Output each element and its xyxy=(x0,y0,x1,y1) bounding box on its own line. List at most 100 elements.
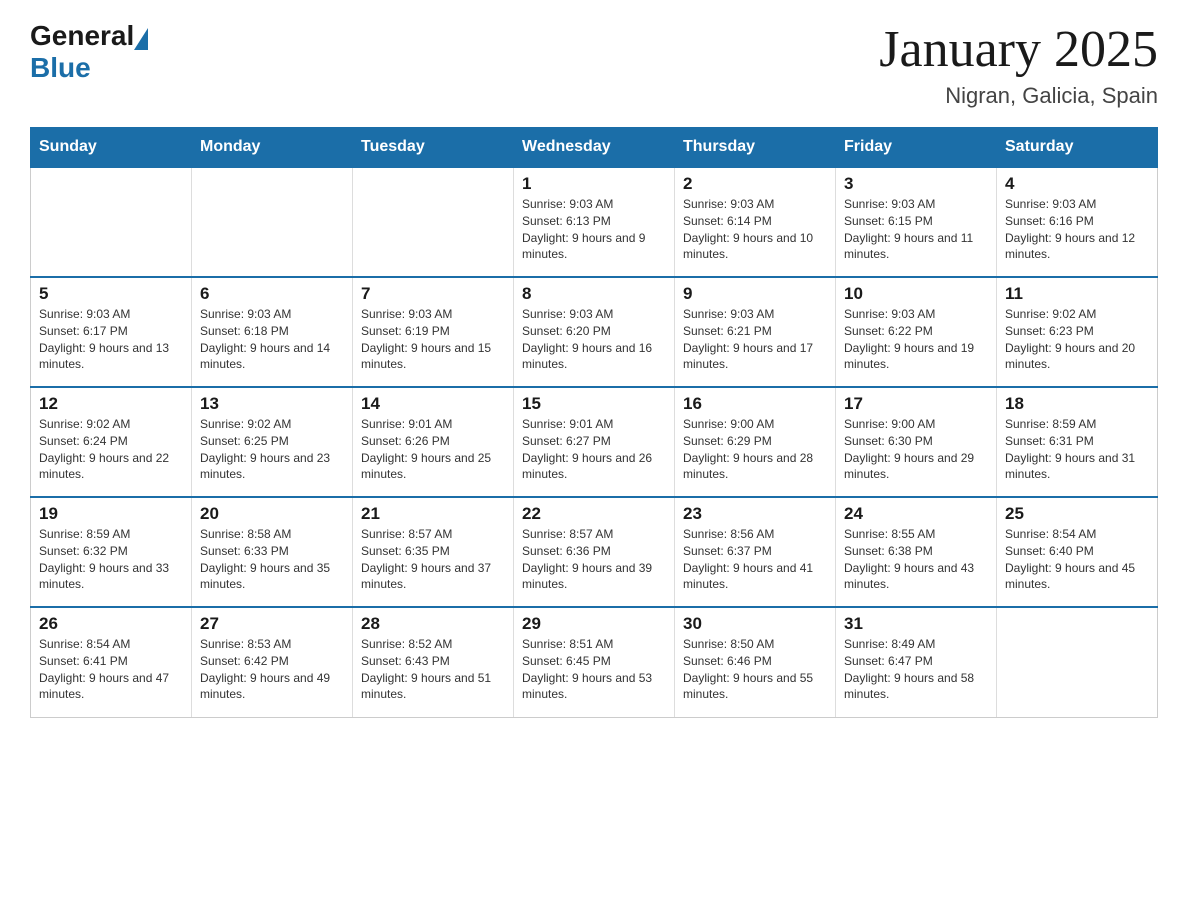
day-info: Sunrise: 8:57 AMSunset: 6:36 PMDaylight:… xyxy=(522,526,666,593)
day-of-week-header: Monday xyxy=(192,128,353,168)
day-info: Sunrise: 8:51 AMSunset: 6:45 PMDaylight:… xyxy=(522,636,666,703)
day-number: 15 xyxy=(522,394,666,414)
calendar-cell: 9Sunrise: 9:03 AMSunset: 6:21 PMDaylight… xyxy=(675,277,836,387)
day-number: 27 xyxy=(200,614,344,634)
calendar-cell xyxy=(997,607,1158,717)
logo-general-text: General xyxy=(30,20,134,52)
day-number: 29 xyxy=(522,614,666,634)
calendar-cell: 13Sunrise: 9:02 AMSunset: 6:25 PMDayligh… xyxy=(192,387,353,497)
day-info: Sunrise: 9:00 AMSunset: 6:30 PMDaylight:… xyxy=(844,416,988,483)
logo: General Blue xyxy=(30,20,148,84)
calendar-cell: 6Sunrise: 9:03 AMSunset: 6:18 PMDaylight… xyxy=(192,277,353,387)
day-number: 20 xyxy=(200,504,344,524)
calendar-cell: 2Sunrise: 9:03 AMSunset: 6:14 PMDaylight… xyxy=(675,167,836,277)
day-info: Sunrise: 9:01 AMSunset: 6:27 PMDaylight:… xyxy=(522,416,666,483)
day-info: Sunrise: 8:50 AMSunset: 6:46 PMDaylight:… xyxy=(683,636,827,703)
calendar-cell: 29Sunrise: 8:51 AMSunset: 6:45 PMDayligh… xyxy=(514,607,675,717)
day-number: 21 xyxy=(361,504,505,524)
day-number: 5 xyxy=(39,284,183,304)
day-number: 28 xyxy=(361,614,505,634)
day-number: 31 xyxy=(844,614,988,634)
day-info: Sunrise: 8:57 AMSunset: 6:35 PMDaylight:… xyxy=(361,526,505,593)
day-number: 9 xyxy=(683,284,827,304)
day-number: 10 xyxy=(844,284,988,304)
day-info: Sunrise: 9:00 AMSunset: 6:29 PMDaylight:… xyxy=(683,416,827,483)
day-number: 18 xyxy=(1005,394,1149,414)
calendar-cell: 31Sunrise: 8:49 AMSunset: 6:47 PMDayligh… xyxy=(836,607,997,717)
calendar-cell: 21Sunrise: 8:57 AMSunset: 6:35 PMDayligh… xyxy=(353,497,514,607)
day-info: Sunrise: 9:02 AMSunset: 6:24 PMDaylight:… xyxy=(39,416,183,483)
day-of-week-header: Sunday xyxy=(31,128,192,168)
calendar-cell: 28Sunrise: 8:52 AMSunset: 6:43 PMDayligh… xyxy=(353,607,514,717)
day-info: Sunrise: 8:59 AMSunset: 6:32 PMDaylight:… xyxy=(39,526,183,593)
calendar-header: SundayMondayTuesdayWednesdayThursdayFrid… xyxy=(31,128,1158,168)
calendar-title: January 2025 xyxy=(879,20,1158,79)
day-number: 2 xyxy=(683,174,827,194)
day-number: 3 xyxy=(844,174,988,194)
calendar-cell: 14Sunrise: 9:01 AMSunset: 6:26 PMDayligh… xyxy=(353,387,514,497)
calendar-cell: 4Sunrise: 9:03 AMSunset: 6:16 PMDaylight… xyxy=(997,167,1158,277)
day-info: Sunrise: 8:53 AMSunset: 6:42 PMDaylight:… xyxy=(200,636,344,703)
calendar-cell: 26Sunrise: 8:54 AMSunset: 6:41 PMDayligh… xyxy=(31,607,192,717)
calendar-cell: 16Sunrise: 9:00 AMSunset: 6:29 PMDayligh… xyxy=(675,387,836,497)
calendar-cell: 23Sunrise: 8:56 AMSunset: 6:37 PMDayligh… xyxy=(675,497,836,607)
day-number: 17 xyxy=(844,394,988,414)
calendar-week-row: 5Sunrise: 9:03 AMSunset: 6:17 PMDaylight… xyxy=(31,277,1158,387)
day-number: 30 xyxy=(683,614,827,634)
calendar-body: 1Sunrise: 9:03 AMSunset: 6:13 PMDaylight… xyxy=(31,167,1158,717)
calendar-cell: 19Sunrise: 8:59 AMSunset: 6:32 PMDayligh… xyxy=(31,497,192,607)
day-info: Sunrise: 8:55 AMSunset: 6:38 PMDaylight:… xyxy=(844,526,988,593)
calendar-cell: 20Sunrise: 8:58 AMSunset: 6:33 PMDayligh… xyxy=(192,497,353,607)
calendar-cell: 27Sunrise: 8:53 AMSunset: 6:42 PMDayligh… xyxy=(192,607,353,717)
day-info: Sunrise: 9:02 AMSunset: 6:25 PMDaylight:… xyxy=(200,416,344,483)
day-info: Sunrise: 8:54 AMSunset: 6:41 PMDaylight:… xyxy=(39,636,183,703)
day-number: 23 xyxy=(683,504,827,524)
calendar-cell xyxy=(192,167,353,277)
day-info: Sunrise: 8:52 AMSunset: 6:43 PMDaylight:… xyxy=(361,636,505,703)
day-number: 6 xyxy=(200,284,344,304)
day-info: Sunrise: 8:59 AMSunset: 6:31 PMDaylight:… xyxy=(1005,416,1149,483)
day-info: Sunrise: 9:01 AMSunset: 6:26 PMDaylight:… xyxy=(361,416,505,483)
calendar-week-row: 19Sunrise: 8:59 AMSunset: 6:32 PMDayligh… xyxy=(31,497,1158,607)
calendar-cell: 12Sunrise: 9:02 AMSunset: 6:24 PMDayligh… xyxy=(31,387,192,497)
day-of-week-header: Saturday xyxy=(997,128,1158,168)
calendar-cell: 10Sunrise: 9:03 AMSunset: 6:22 PMDayligh… xyxy=(836,277,997,387)
day-number: 11 xyxy=(1005,284,1149,304)
day-info: Sunrise: 9:03 AMSunset: 6:17 PMDaylight:… xyxy=(39,306,183,373)
day-number: 14 xyxy=(361,394,505,414)
calendar-cell: 24Sunrise: 8:55 AMSunset: 6:38 PMDayligh… xyxy=(836,497,997,607)
calendar-cell: 17Sunrise: 9:00 AMSunset: 6:30 PMDayligh… xyxy=(836,387,997,497)
calendar-cell: 1Sunrise: 9:03 AMSunset: 6:13 PMDaylight… xyxy=(514,167,675,277)
calendar-cell xyxy=(353,167,514,277)
day-info: Sunrise: 9:03 AMSunset: 6:22 PMDaylight:… xyxy=(844,306,988,373)
calendar-cell: 30Sunrise: 8:50 AMSunset: 6:46 PMDayligh… xyxy=(675,607,836,717)
calendar-subtitle: Nigran, Galicia, Spain xyxy=(879,83,1158,109)
day-info: Sunrise: 9:03 AMSunset: 6:18 PMDaylight:… xyxy=(200,306,344,373)
day-number: 13 xyxy=(200,394,344,414)
day-info: Sunrise: 8:56 AMSunset: 6:37 PMDaylight:… xyxy=(683,526,827,593)
calendar-table: SundayMondayTuesdayWednesdayThursdayFrid… xyxy=(30,127,1158,718)
day-of-week-header: Tuesday xyxy=(353,128,514,168)
day-number: 7 xyxy=(361,284,505,304)
day-info: Sunrise: 9:03 AMSunset: 6:15 PMDaylight:… xyxy=(844,196,988,263)
calendar-cell: 25Sunrise: 8:54 AMSunset: 6:40 PMDayligh… xyxy=(997,497,1158,607)
calendar-cell: 8Sunrise: 9:03 AMSunset: 6:20 PMDaylight… xyxy=(514,277,675,387)
day-number: 26 xyxy=(39,614,183,634)
calendar-cell: 18Sunrise: 8:59 AMSunset: 6:31 PMDayligh… xyxy=(997,387,1158,497)
day-of-week-header: Friday xyxy=(836,128,997,168)
day-info: Sunrise: 9:03 AMSunset: 6:20 PMDaylight:… xyxy=(522,306,666,373)
calendar-week-row: 1Sunrise: 9:03 AMSunset: 6:13 PMDaylight… xyxy=(31,167,1158,277)
day-info: Sunrise: 9:02 AMSunset: 6:23 PMDaylight:… xyxy=(1005,306,1149,373)
day-info: Sunrise: 9:03 AMSunset: 6:21 PMDaylight:… xyxy=(683,306,827,373)
calendar-cell: 3Sunrise: 9:03 AMSunset: 6:15 PMDaylight… xyxy=(836,167,997,277)
calendar-cell: 7Sunrise: 9:03 AMSunset: 6:19 PMDaylight… xyxy=(353,277,514,387)
calendar-week-row: 26Sunrise: 8:54 AMSunset: 6:41 PMDayligh… xyxy=(31,607,1158,717)
calendar-cell: 15Sunrise: 9:01 AMSunset: 6:27 PMDayligh… xyxy=(514,387,675,497)
calendar-cell: 5Sunrise: 9:03 AMSunset: 6:17 PMDaylight… xyxy=(31,277,192,387)
day-of-week-header: Thursday xyxy=(675,128,836,168)
logo-blue-text: Blue xyxy=(30,52,91,84)
day-number: 16 xyxy=(683,394,827,414)
calendar-cell: 22Sunrise: 8:57 AMSunset: 6:36 PMDayligh… xyxy=(514,497,675,607)
day-number: 22 xyxy=(522,504,666,524)
day-info: Sunrise: 8:49 AMSunset: 6:47 PMDaylight:… xyxy=(844,636,988,703)
